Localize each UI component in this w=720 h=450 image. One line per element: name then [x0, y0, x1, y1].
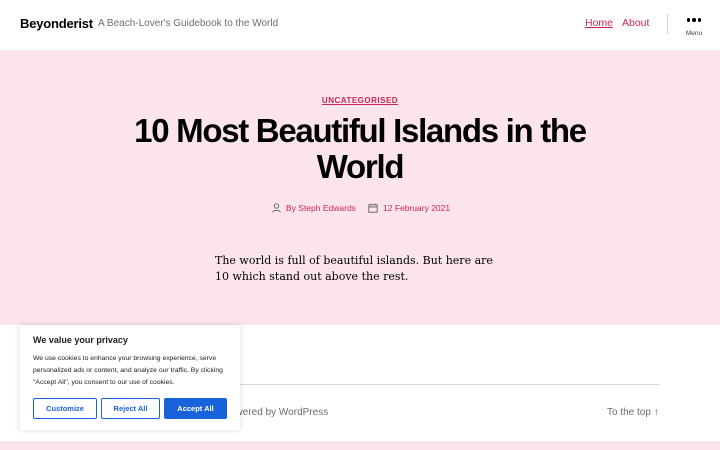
footer-credit[interactable]: owered by WordPress — [230, 407, 328, 418]
customize-button[interactable]: Customize — [33, 398, 97, 419]
site-description: A Beach-Lover's Guidebook to the World — [98, 18, 279, 29]
post-date: 12 February 2021 — [368, 203, 450, 213]
nav-divider — [667, 14, 668, 34]
cookie-title: We value your privacy — [33, 335, 128, 345]
more-dots-icon — [680, 18, 708, 22]
cookie-text: We use cookies to enhance your browsing … — [33, 355, 223, 386]
bottom-strip — [0, 441, 720, 450]
accept-all-button[interactable]: Accept All — [164, 398, 227, 419]
post-category: UNCATEGORISED — [0, 90, 720, 108]
post-excerpt: The world is full of beautiful islands. … — [215, 254, 493, 283]
nav-link-about[interactable]: About — [622, 17, 649, 29]
cookie-consent-banner: We value your privacy We use cookies to … — [20, 325, 240, 430]
site-header: Beyonderist A Beach-Lover's Guidebook to… — [0, 0, 720, 50]
calendar-icon — [368, 203, 378, 213]
post-author: By Steph Edwards — [272, 203, 356, 213]
nav-link-home[interactable]: Home — [585, 17, 613, 29]
menu-toggle-button[interactable]: Menu — [680, 18, 708, 37]
post-title: 10 Most Beautiful Islands in the World — [134, 112, 587, 185]
category-link[interactable]: UNCATEGORISED — [322, 96, 398, 105]
author-link[interactable]: By Steph Edwards — [286, 203, 356, 213]
user-icon — [272, 203, 281, 213]
date-link[interactable]: 12 February 2021 — [383, 203, 450, 213]
to-the-top-link[interactable]: To the top ↑ — [607, 407, 659, 418]
post-header: UNCATEGORISED 10 Most Beautiful Islands … — [0, 50, 720, 325]
site-title[interactable]: Beyonderist — [20, 16, 93, 31]
reject-all-button[interactable]: Reject All — [101, 398, 160, 419]
footer-divider — [215, 384, 660, 385]
menu-label: Menu — [685, 29, 703, 37]
